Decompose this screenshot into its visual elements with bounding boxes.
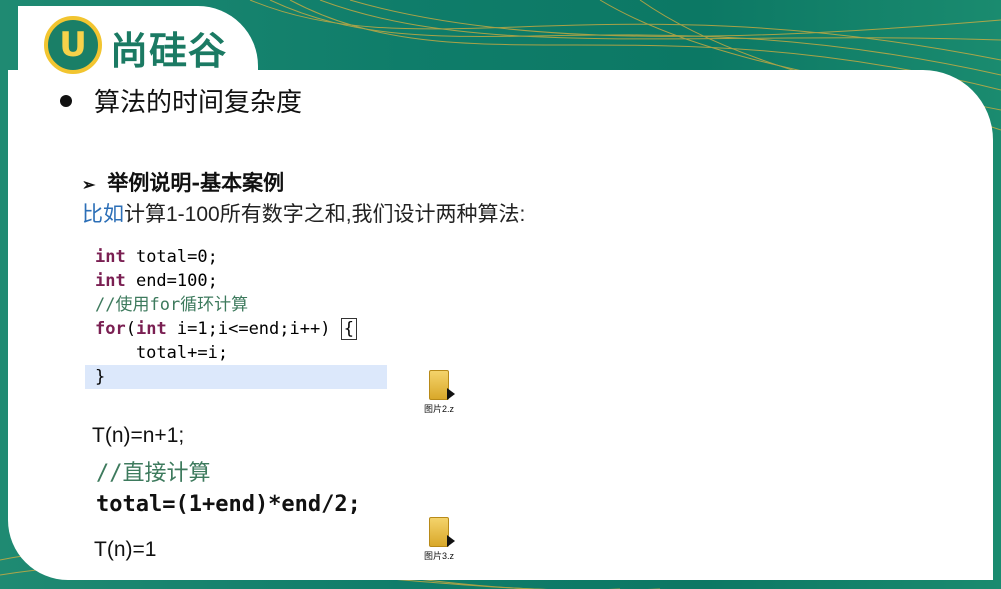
complexity-direct: T(n)=1 xyxy=(94,538,157,561)
code-line: for(int i=1;i<=end;i++) { xyxy=(95,317,387,341)
file-attachment[interactable]: 图片3.z xyxy=(414,517,464,562)
arrow-bullet-icon: ➢ xyxy=(82,175,96,194)
complexity-loop: T(n)=n+1; xyxy=(92,424,185,447)
code-line: total=(1+end)*end/2; xyxy=(96,492,361,517)
code-comment: //使用for循环计算 xyxy=(95,295,249,315)
file-label: 图片2.z xyxy=(423,404,454,414)
brand-logo: U 尚硅谷 xyxy=(18,6,258,76)
file-icon xyxy=(429,517,455,547)
intro-text: 比如计算1-100所有数字之和,我们设计两种算法: xyxy=(82,203,526,226)
bullet-icon xyxy=(60,95,72,107)
logo-badge: U xyxy=(44,16,102,74)
logo-text: 尚硅谷 xyxy=(110,29,228,73)
section-subtitle: ➢ 举例说明-基本案例 xyxy=(82,170,285,195)
page-title: 算法的时间复杂度 xyxy=(60,82,302,119)
code-line: int end=100; xyxy=(95,271,218,291)
code-block-loop: int total=0; int end=100; //使用for循环计算 fo… xyxy=(85,245,387,389)
file-label: 图片3.z xyxy=(423,551,454,561)
code-line: int total=0; xyxy=(95,247,218,267)
file-attachment[interactable]: 图片2.z xyxy=(414,370,464,415)
code-block-direct: //直接计算 total=(1+end)*end/2; xyxy=(96,458,361,520)
code-line-highlighted: } xyxy=(85,365,387,389)
code-comment: //直接计算 xyxy=(96,461,211,486)
code-line: total+=i; xyxy=(95,343,229,363)
file-icon xyxy=(429,370,455,400)
